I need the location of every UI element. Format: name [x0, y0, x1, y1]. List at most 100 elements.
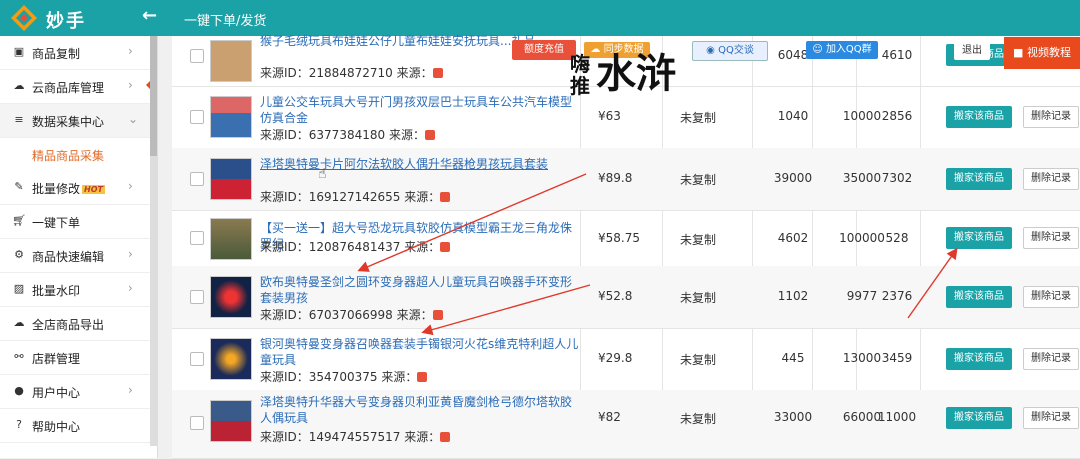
qq-icon: ◉ — [706, 45, 715, 56]
delete-record-button[interactable]: 删除记录 — [1023, 227, 1079, 249]
join-qq-group-button[interactable]: ☺ 加入QQ群 — [806, 41, 878, 59]
product-thumbnail — [210, 96, 252, 138]
hand-cursor-icon: ☝ — [318, 166, 327, 182]
sidebar-item-copy[interactable]: ▣ 商品复制 › — [0, 36, 150, 70]
delete-record-button[interactable]: 删除记录 — [1023, 168, 1079, 190]
source-icon — [440, 242, 451, 252]
row-checkbox[interactable] — [190, 290, 204, 304]
table-row: 欧布奥特曼圣剑之圆环变身器超人儿童玩具召唤器手环变形套装男孩 来源ID：6703… — [172, 266, 1080, 329]
sidebar-item-label: 全店商品导出 — [32, 318, 105, 332]
move-product-button[interactable]: 搬家该商品 — [946, 106, 1012, 128]
product-source: 来源ID：120876481437 来源： — [260, 238, 451, 255]
back-arrow-icon[interactable]: ← — [142, 5, 157, 26]
sidebar-item-export[interactable]: ☁ 全店商品导出 — [0, 307, 150, 341]
row-checkbox[interactable] — [190, 172, 204, 186]
sidebar-item-store-group[interactable]: ⚯ 店群管理 — [0, 341, 150, 375]
sitemap-icon: ⚯ — [14, 350, 24, 363]
move-product-button[interactable]: 搬家该商品 — [946, 407, 1012, 429]
sidebar-item-batch-watermark[interactable]: ▨ 批量水印 › — [0, 273, 150, 307]
move-product-button[interactable]: 搬家该商品 — [946, 227, 1012, 249]
row-checkbox[interactable] — [190, 231, 204, 245]
stat-1: 4602 — [777, 231, 809, 245]
stat-1: 1102 — [777, 289, 809, 303]
video-tutorial-label: 视频教程 — [1026, 46, 1071, 59]
copy-status: 未复制 — [680, 353, 717, 367]
recharge-button[interactable]: 额度充值 — [512, 40, 576, 60]
video-tutorial-button[interactable]: ■ 视频教程 — [1004, 37, 1080, 69]
product-source: 来源ID：354700375 来源： — [260, 368, 428, 385]
product-title-link[interactable]: 银河奥特曼变身器召唤器套装手镯银河火花s维克特利超人儿童玩具 — [260, 336, 580, 368]
product-source: 来源ID：169127142655 来源： — [260, 188, 451, 205]
join-qq-label: 加入QQ群 — [825, 44, 872, 55]
row-checkbox[interactable] — [190, 352, 204, 366]
row-checkbox[interactable] — [190, 110, 204, 124]
product-title-link[interactable]: 泽塔奥特升华器大号变身器贝利亚黄昏魔剑枪弓德尔塔软胶人偶玩具 — [260, 394, 580, 426]
table-row: 【买一送一】超大号恐龙玩具软胶仿真模型霸王龙三角龙侏罗纪 来源ID：120876… — [172, 210, 1080, 267]
product-title-link[interactable]: 欧布奥特曼圣剑之圆环变身器超人儿童玩具召唤器手环变形套装男孩 — [260, 274, 580, 306]
qq-chat-label: QQ交谈 — [718, 45, 754, 56]
stat-3: 2376 — [881, 289, 913, 303]
sidebar-item-one-click-order[interactable]: 🛒︎ 一键下单 — [0, 205, 150, 239]
product-source: 来源ID：149474557517 来源： — [260, 428, 451, 445]
scrollbar-thumb[interactable] — [150, 36, 157, 156]
delete-record-button[interactable]: 删除记录 — [1023, 286, 1079, 308]
sidebar-item-label: 帮助中心 — [32, 420, 81, 434]
sidebar-item-help[interactable]: ? 帮助中心 — [0, 409, 150, 443]
source-icon — [432, 68, 443, 78]
cart-icon: 🛒︎ — [12, 214, 26, 227]
sidebar-subitem-premium-collect[interactable]: 精品商品采集 — [0, 138, 150, 170]
row-checkbox[interactable] — [190, 49, 204, 63]
sidebar-item-data-collection[interactable]: ≡ 数据采集中心 ⌄ — [0, 104, 150, 138]
sidebar-item-label: 数据采集中心 — [32, 115, 105, 129]
sidebar-item-label: 批量修改 HOT — [32, 182, 105, 196]
table-row: 银河奥特曼变身器召唤器套装手镯银河火花s维克特利超人儿童玩具 来源ID：3547… — [172, 328, 1080, 391]
copy-icon: ▣ — [13, 45, 25, 58]
price: ¥63 — [598, 109, 621, 123]
image-icon: ▨ — [13, 282, 25, 295]
product-title-link[interactable]: 泽塔奥特曼卡片阿尔法软胶人偶升华器枪男孩玩具套装 — [260, 156, 580, 172]
product-thumbnail — [210, 40, 252, 82]
product-thumbnail — [210, 400, 252, 442]
copy-status: 未复制 — [680, 111, 717, 125]
source-icon — [440, 432, 451, 442]
sidebar-item-cloud-library[interactable]: ☁ 云商品库管理 › — [0, 70, 150, 104]
delete-record-button[interactable]: 删除记录 — [1023, 348, 1079, 370]
move-product-button[interactable]: 搬家该商品 — [946, 348, 1012, 370]
stat-3: 11000 — [877, 410, 917, 424]
user-icon: ● — [14, 384, 24, 397]
sidebar-item-quick-edit[interactable]: ⚙ 商品快速编辑 › — [0, 239, 150, 273]
sidebar-item-label: 批量水印 — [32, 284, 81, 298]
table-row: 泽塔奥特升华器大号变身器贝利亚黄昏魔剑枪弓德尔塔软胶人偶玩具 来源ID：1494… — [172, 390, 1080, 459]
sidebar-scrollbar[interactable] — [150, 36, 157, 446]
move-product-button[interactable]: 搬家该商品 — [946, 286, 1012, 308]
product-thumbnail — [210, 338, 252, 380]
chevron-right-icon: › — [128, 247, 133, 261]
delete-record-button[interactable]: 删除记录 — [1023, 407, 1079, 429]
stat-3: 528 — [885, 231, 909, 245]
row-checkbox[interactable] — [190, 416, 204, 430]
logout-button[interactable]: 退出 — [954, 42, 990, 60]
sidebar-item-user-center[interactable]: ● 用户中心 › — [0, 375, 150, 409]
breadcrumb: 一键下单/发货 — [184, 14, 267, 29]
copy-status: 未复制 — [680, 291, 717, 305]
stat-3: 3459 — [881, 351, 913, 365]
qq-chat-button[interactable]: ◉ QQ交谈 — [692, 41, 768, 61]
sidebar-item-label: 一键下单 — [32, 216, 81, 230]
price: ¥89.8 — [598, 171, 633, 185]
edit-icon: ✎ — [14, 180, 24, 193]
stat-3: 2856 — [881, 109, 913, 123]
stat-1: 445 — [781, 351, 805, 365]
move-product-button[interactable]: 搬家该商品 — [946, 168, 1012, 190]
group-icon: ☺ — [812, 44, 823, 55]
product-thumbnail — [210, 276, 252, 318]
help-icon: ? — [16, 418, 22, 431]
delete-record-button[interactable]: 删除记录 — [1023, 106, 1079, 128]
stat-1: 39000 — [773, 171, 813, 185]
sidebar-item-batch-edit[interactable]: ✎ 批量修改 HOT › — [0, 171, 150, 205]
database-icon: ≡ — [14, 113, 24, 126]
source-icon — [424, 130, 435, 140]
product-title-link[interactable]: 儿童公交车玩具大号开门男孩双层巴士玩具车公共汽车模型仿真合金 — [260, 94, 580, 126]
chevron-right-icon: › — [128, 281, 133, 295]
product-source: 来源ID：67037066998 来源： — [260, 306, 443, 323]
product-source: 来源ID：21884872710 来源： — [260, 64, 443, 81]
